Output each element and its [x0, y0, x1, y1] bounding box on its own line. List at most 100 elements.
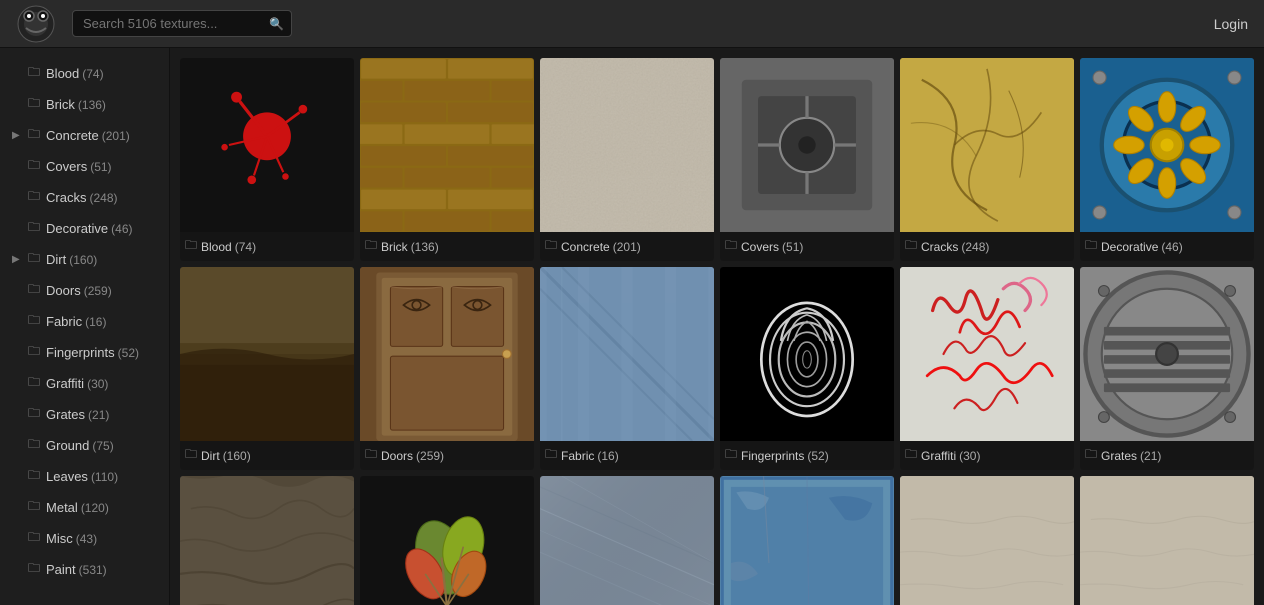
- grid-item-thumbnail: [180, 476, 354, 605]
- grid-item-thumbnail: [1080, 476, 1254, 605]
- sidebar-count: (201): [102, 129, 130, 143]
- sidebar-item-brick[interactable]: 🗀Brick (136): [0, 89, 169, 120]
- grid-item-label: 🗀Brick (136): [360, 232, 534, 261]
- sidebar-item-graffiti[interactable]: 🗀 Graffiti (30): [0, 368, 169, 399]
- sidebar-label: Misc: [46, 531, 73, 546]
- sidebar-item-decorative[interactable]: 🗀Decorative (46): [0, 213, 169, 244]
- sidebar-item-blood[interactable]: 🗀Blood (74): [0, 58, 169, 89]
- sidebar-item-grates[interactable]: 🗀Grates (21): [0, 399, 169, 430]
- sidebar-count: (110): [91, 470, 118, 484]
- folder-icon: 🗀: [28, 249, 40, 270]
- sidebar-count: (51): [90, 160, 111, 174]
- sidebar-item-fingerprints[interactable]: 🗀Fingerprints (52): [0, 337, 169, 368]
- sidebar-label: Dirt: [46, 252, 66, 267]
- folder-icon: 🗀: [28, 373, 40, 394]
- grid-item-leaves[interactable]: 🗀Leaves (110): [360, 476, 534, 605]
- grid-item-fingerprints[interactable]: 🗀Fingerprints (52): [720, 267, 894, 470]
- sidebar-item-leaves[interactable]: 🗀Leaves (110): [0, 461, 169, 492]
- sidebar-label: Cracks: [46, 190, 86, 205]
- grid-item-label: 🗀Grates (21): [1080, 441, 1254, 470]
- sidebar-count: (248): [89, 191, 117, 205]
- grid-item-label: 🗀Concrete (201): [540, 232, 714, 261]
- sidebar-item-metal[interactable]: 🗀Metal (120): [0, 492, 169, 523]
- sidebar-item-fabric[interactable]: 🗀Fabric (16): [0, 306, 169, 337]
- grid-item-name: Dirt: [201, 449, 220, 463]
- grid-item-count: (201): [613, 240, 641, 254]
- grid-item-name: Doors: [381, 449, 413, 463]
- folder-icon: 🗀: [28, 280, 40, 301]
- grid-item-graffiti[interactable]: 🗀Graffiti (30): [900, 267, 1074, 470]
- folder-icon: 🗀: [545, 445, 557, 466]
- sidebar-count: (30): [87, 377, 108, 391]
- sidebar-label: Blood: [46, 66, 79, 81]
- sidebar-item-concrete[interactable]: ▶🗀Concrete (201): [0, 120, 169, 151]
- grid-item-thumbnail: [1080, 58, 1254, 232]
- grid-item-metal[interactable]: 🗀Metal (120): [540, 476, 714, 605]
- sidebar-label: Paint: [46, 562, 76, 577]
- sidebar-count: (160): [69, 253, 97, 267]
- grid-item-misc[interactable]: 🗀Misc (43): [720, 476, 894, 605]
- search-input[interactable]: [72, 10, 292, 37]
- grid-item-concrete[interactable]: 🗀Concrete (201): [540, 58, 714, 261]
- folder-icon: 🗀: [365, 445, 377, 466]
- grid-item-decorative[interactable]: 🗀Decorative (46): [1080, 58, 1254, 261]
- folder-icon: 🗀: [28, 466, 40, 487]
- folder-icon: 🗀: [28, 187, 40, 208]
- grid-item-count: (74): [235, 240, 256, 254]
- grid-item-blood[interactable]: 🗀Blood (74): [180, 58, 354, 261]
- folder-icon: 🗀: [28, 94, 40, 115]
- sidebar-count: (259): [84, 284, 112, 298]
- grid-item-count: (16): [597, 449, 618, 463]
- sidebar-label: Graffiti: [46, 376, 84, 391]
- grid-item-thumbnail: [540, 476, 714, 605]
- sidebar-item-doors[interactable]: 🗀Doors (259): [0, 275, 169, 306]
- grid-item-label: 🗀 Fabric (16): [540, 441, 714, 470]
- grid-item-thumbnail: [900, 267, 1074, 441]
- folder-icon: 🗀: [545, 236, 557, 257]
- grid-item-thumbnail: [360, 476, 534, 605]
- grid-item-grates[interactable]: 🗀Grates (21): [1080, 267, 1254, 470]
- grid-item-plaster[interactable]: 🗀Plaster (89): [1080, 476, 1254, 605]
- grid-item-label: 🗀Dirt (160): [180, 441, 354, 470]
- folder-icon: 🗀: [28, 559, 40, 580]
- grid-item-label: 🗀Covers (51): [720, 232, 894, 261]
- sidebar-count: (43): [76, 532, 97, 546]
- sidebar-label: Decorative: [46, 221, 108, 236]
- grid-item-brick[interactable]: 🗀Brick (136): [360, 58, 534, 261]
- search-wrapper: 🔍: [72, 10, 292, 37]
- sidebar-item-paint[interactable]: 🗀Paint (531): [0, 554, 169, 585]
- grid-item-ground[interactable]: 🗀Ground (75): [180, 476, 354, 605]
- grid-item-name: Decorative: [1101, 240, 1158, 254]
- chevron-icon: ▶: [12, 130, 24, 141]
- grid-item-count: (46): [1161, 240, 1182, 254]
- grid-item-dirt[interactable]: 🗀Dirt (160): [180, 267, 354, 470]
- folder-icon: 🗀: [28, 497, 40, 518]
- folder-icon: 🗀: [725, 236, 737, 257]
- grid-item-fabric[interactable]: 🗀 Fabric (16): [540, 267, 714, 470]
- grid-item-count: (136): [411, 240, 439, 254]
- folder-icon: 🗀: [185, 445, 197, 466]
- folder-icon: 🗀: [28, 404, 40, 425]
- folder-icon: 🗀: [28, 218, 40, 239]
- grid-item-count: (51): [782, 240, 803, 254]
- sidebar-item-cracks[interactable]: 🗀 Cracks (248): [0, 182, 169, 213]
- grid-item-paint[interactable]: 🗀Paint (531): [900, 476, 1074, 605]
- grid-item-thumbnail: [720, 267, 894, 441]
- grid-item-thumbnail: [900, 476, 1074, 605]
- folder-icon: 🗀: [185, 236, 197, 257]
- sidebar-item-ground[interactable]: 🗀Ground (75): [0, 430, 169, 461]
- grid-item-label: 🗀Decorative (46): [1080, 232, 1254, 261]
- grid-item-covers[interactable]: 🗀Covers (51): [720, 58, 894, 261]
- grid-item-thumbnail: [360, 267, 534, 441]
- sidebar-item-misc[interactable]: 🗀Misc (43): [0, 523, 169, 554]
- sidebar-item-dirt[interactable]: ▶🗀Dirt (160): [0, 244, 169, 275]
- grid-item-cracks[interactable]: 🗀Cracks (248): [900, 58, 1074, 261]
- sidebar-item-covers[interactable]: 🗀Covers (51): [0, 151, 169, 182]
- grid-item-name: Graffiti: [921, 449, 956, 463]
- sidebar-label: Fabric: [46, 314, 82, 329]
- folder-icon: 🗀: [1085, 445, 1097, 466]
- login-button[interactable]: Login: [1214, 16, 1248, 32]
- folder-icon: 🗀: [725, 445, 737, 466]
- grid-item-name: Fabric: [561, 449, 594, 463]
- grid-item-doors[interactable]: 🗀Doors (259): [360, 267, 534, 470]
